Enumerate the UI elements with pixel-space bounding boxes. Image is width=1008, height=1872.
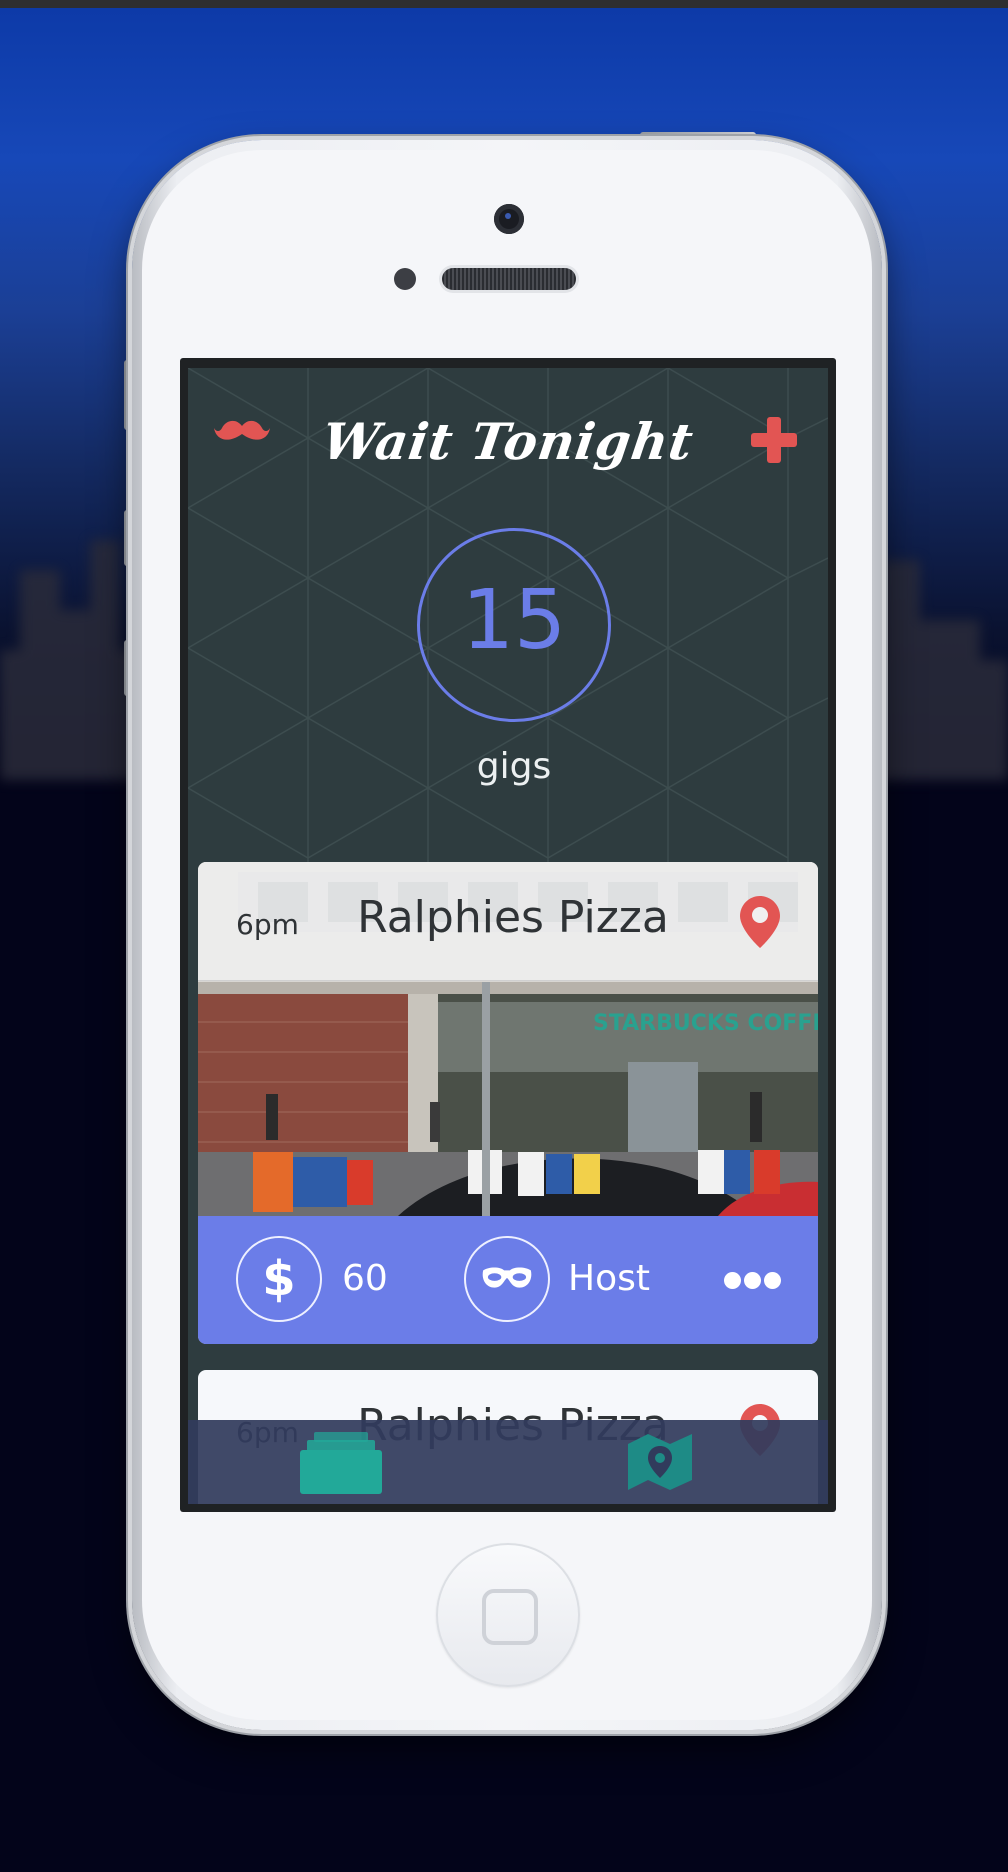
home-button[interactable]: [436, 1543, 580, 1687]
plus-icon[interactable]: [748, 414, 800, 466]
map-icon[interactable]: [628, 1434, 692, 1490]
gig-card-footer: $ 60 Host: [198, 1216, 818, 1344]
top-bar: [0, 0, 1008, 8]
tab-bar: [188, 1420, 828, 1504]
gig-time: 6pm: [236, 908, 299, 941]
gig-card-header: 6pm Ralphies Pizza: [198, 862, 818, 981]
proximity-sensor: [394, 268, 416, 290]
gig-count-label: gigs: [476, 746, 552, 787]
card-stack-icon[interactable]: [300, 1432, 382, 1494]
phone-screen: Wait Tonight 15 gigs STARBUCKS COFFEE 6p…: [180, 358, 836, 1512]
svg-text:STARBUCKS COFFEE: STARBUCKS COFFEE: [593, 1011, 818, 1036]
mask-icon: [464, 1236, 550, 1322]
gig-pay: 60: [342, 1258, 388, 1299]
earpiece-speaker: [442, 268, 576, 290]
gig-count: 15: [461, 573, 567, 668]
gig-role: Host: [568, 1258, 650, 1299]
mustache-icon[interactable]: [214, 418, 270, 446]
gig-card[interactable]: STARBUCKS COFFEE 6pm Ralphies Pizza $ 60…: [198, 862, 818, 1344]
map-pin-icon[interactable]: [740, 896, 780, 948]
app-title: Wait Tonight: [318, 412, 698, 471]
more-icon[interactable]: [724, 1272, 782, 1292]
app-view: Wait Tonight 15 gigs STARBUCKS COFFEE 6p…: [188, 368, 828, 1504]
front-camera: [494, 204, 524, 234]
dollar-icon: $: [236, 1236, 322, 1322]
gig-venue-name: Ralphies Pizza: [357, 892, 669, 943]
